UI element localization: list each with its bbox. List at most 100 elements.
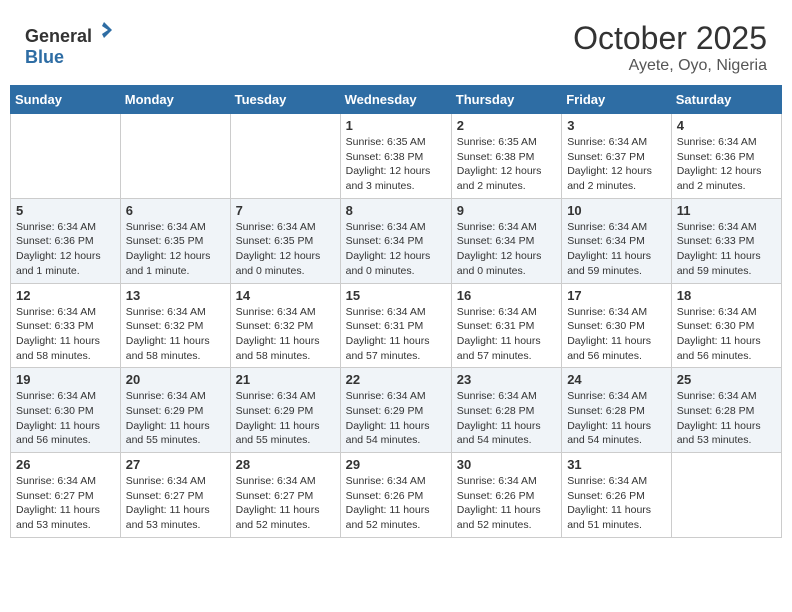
day-info-line: Sunset: 6:38 PM (346, 151, 424, 163)
day-info-line: Sunrise: 6:34 AM (567, 136, 647, 148)
day-info: Sunrise: 6:34 AMSunset: 6:35 PMDaylight:… (236, 220, 335, 279)
day-info: Sunrise: 6:34 AMSunset: 6:31 PMDaylight:… (457, 305, 556, 364)
location-title: Ayete, Oyo, Nigeria (573, 57, 767, 75)
day-info-line: Daylight: 12 hours and 0 minutes. (236, 250, 321, 277)
calendar-cell: 23Sunrise: 6:34 AMSunset: 6:28 PMDayligh… (451, 368, 561, 453)
day-number: 5 (16, 203, 115, 218)
day-number: 1 (346, 118, 446, 133)
logo: General Blue (25, 20, 114, 68)
day-info-line: Daylight: 11 hours and 54 minutes. (567, 420, 651, 447)
day-info-line: Sunrise: 6:34 AM (236, 390, 316, 402)
logo-blue: Blue (25, 47, 64, 67)
day-info: Sunrise: 6:34 AMSunset: 6:32 PMDaylight:… (236, 305, 335, 364)
calendar-cell: 10Sunrise: 6:34 AMSunset: 6:34 PMDayligh… (562, 198, 672, 283)
day-info: Sunrise: 6:34 AMSunset: 6:34 PMDaylight:… (457, 220, 556, 279)
calendar-cell: 25Sunrise: 6:34 AMSunset: 6:28 PMDayligh… (671, 368, 781, 453)
calendar-cell: 17 Sunrise: 6:34 AMSunset: 6:30 PMDayligh… (562, 283, 672, 368)
day-info-line: Daylight: 11 hours and 59 minutes. (677, 250, 761, 277)
calendar-cell: 3Sunrise: 6:34 AMSunset: 6:37 PMDaylight… (562, 114, 672, 199)
day-info: Sunrise: 6:34 AMSunset: 6:26 PMDaylight:… (346, 474, 446, 533)
month-title: October 2025 (573, 20, 767, 57)
calendar-cell: 21 Sunrise: 6:34 AM Sunset: 6:29 PM Dayligh… (230, 368, 340, 453)
day-number: 8 (346, 203, 446, 218)
day-info-line: Sunset: 6:29 PM (236, 405, 314, 417)
calendar-cell: 20Sunrise: 6:34 AMSunset: 6:29 PMDayligh… (120, 368, 230, 453)
day-number: 21 (236, 372, 335, 387)
day-info-line: Sunrise: 6:34 AM (457, 475, 537, 487)
calendar-week-row: 12Sunrise: 6:34 AMSunset: 6:33 PMDayligh… (11, 283, 782, 368)
day-info: Sunrise: 6:34 AMSunset: 6:30 PMDaylight:… (16, 389, 115, 448)
day-info-line: Sunset: 6:28 PM (677, 405, 755, 417)
day-number: 11 (677, 203, 776, 218)
day-number: 16 (457, 288, 556, 303)
calendar-cell: 1Sunrise: 6:35 AMSunset: 6:38 PMDaylight… (340, 114, 451, 199)
day-info: Sunrise: 6:34 AM Sunset: 6:29 PM Daylight:… (236, 389, 335, 448)
header-friday: Friday (562, 86, 672, 114)
calendar-cell: 15Sunrise: 6:34 AMSunset: 6:31 PMDayligh… (340, 283, 451, 368)
calendar-week-row: 19 Sunrise: 6:34 AMSunset: 6:30 PMDayligh… (11, 368, 782, 453)
calendar-cell (671, 453, 781, 538)
day-number: 28 (236, 457, 335, 472)
day-info: Sunrise: 6:34 AMSunset: 6:34 PMDaylight:… (567, 220, 666, 279)
calendar-week-row: 1 Sunrise: 6:35 AM Sunset: 6:38 PM Daylight… (11, 114, 782, 199)
day-number: 24 (567, 372, 666, 387)
day-info-line: Daylight: 11 hours and 54 minutes. (346, 420, 430, 447)
day-info-line: Sunset: 6:34 PM (567, 235, 645, 247)
day-number: 18 (677, 288, 776, 303)
day-info-line: Sunset: 6:27 PM (126, 490, 204, 502)
day-info-line: Sunset: 6:35 PM (236, 235, 314, 247)
calendar-cell: 16 Sunrise: 6:34 AMSunset: 6:31 PMDayligh… (451, 283, 561, 368)
day-info-line: Daylight: 11 hours and 55 minutes. (236, 420, 320, 447)
day-info-line: Sunrise: 6:35 AM (346, 136, 426, 148)
calendar-cell (120, 114, 230, 199)
day-info-line: Sunset: 6:29 PM (126, 405, 204, 417)
day-info-line: Sunrise: 6:34 AM (677, 221, 757, 233)
day-info: Sunrise: 6:34 AMSunset: 6:27 PMDaylight:… (236, 474, 335, 533)
day-info-line: Sunrise: 6:34 AM (457, 390, 537, 402)
day-number: 3 (567, 118, 666, 133)
logo-general: General (25, 26, 92, 46)
header-sunday: Sunday (11, 86, 121, 114)
logo-text: General Blue (25, 20, 114, 68)
day-info: Sunrise: 6:34 AMSunset: 6:31 PMDaylight:… (346, 305, 446, 364)
day-number: 30 (457, 457, 556, 472)
day-info-line: Daylight: 12 hours and 2 minutes. (567, 165, 652, 192)
day-number: 13 (126, 288, 225, 303)
day-info-line: Daylight: 11 hours and 56 minutes. (16, 420, 100, 447)
day-number: 19 (16, 372, 115, 387)
day-info-line: Sunset: 6:35 PM (126, 235, 204, 247)
day-info-line: Sunrise: 6:34 AM (126, 306, 206, 318)
day-number: 14 (236, 288, 335, 303)
header-saturday: Saturday (671, 86, 781, 114)
day-number: 29 (346, 457, 446, 472)
day-info: Sunrise: 6:34 AMSunset: 6:33 PMDaylight:… (677, 220, 776, 279)
calendar-cell: 26Sunrise: 6:34 AMSunset: 6:27 PMDayligh… (11, 453, 121, 538)
day-info-line: Sunset: 6:28 PM (567, 405, 645, 417)
day-info-line: Daylight: 11 hours and 52 minutes. (236, 504, 320, 531)
calendar-cell (11, 114, 121, 199)
day-number: 9 (457, 203, 556, 218)
day-info: Sunrise: 6:34 AMSunset: 6:30 PMDaylight:… (567, 305, 666, 364)
calendar-cell: 12Sunrise: 6:34 AMSunset: 6:33 PMDayligh… (11, 283, 121, 368)
day-info-line: Sunrise: 6:34 AM (457, 306, 537, 318)
calendar-cell: 24 Sunrise: 6:34 AMSunset: 6:28 PMDayligh… (562, 368, 672, 453)
day-info: Sunrise: 6:34 AMSunset: 6:28 PMDaylight:… (567, 389, 666, 448)
calendar-cell: 29 Sunrise: 6:34 AMSunset: 6:26 PMDayligh… (340, 453, 451, 538)
day-info: Sunrise: 6:34 AMSunset: 6:32 PMDaylight:… (126, 305, 225, 364)
day-info-line: Sunrise: 6:34 AM (16, 390, 96, 402)
day-info: Sunrise: 6:34 AMSunset: 6:27 PMDaylight:… (126, 474, 225, 533)
calendar-header-row: SundayMondayTuesdayWednesdayThursdayFrid… (11, 86, 782, 114)
day-info-line: Sunset: 6:28 PM (457, 405, 535, 417)
calendar-cell: 9 Sunrise: 6:34 AMSunset: 6:34 PMDaylight… (451, 198, 561, 283)
logo-icon (94, 20, 114, 40)
day-info-line: Daylight: 11 hours and 57 minutes. (457, 335, 541, 362)
day-number: 6 (126, 203, 225, 218)
day-info-line: Sunrise: 6:34 AM (457, 221, 537, 233)
calendar-cell: 30Sunrise: 6:34 AMSunset: 6:26 PMDayligh… (451, 453, 561, 538)
day-info: Sunrise: 6:34 AMSunset: 6:29 PMDaylight:… (346, 389, 446, 448)
day-number: 17 (567, 288, 666, 303)
calendar-cell: 2Sunrise: 6:35 AMSunset: 6:38 PMDaylight… (451, 114, 561, 199)
day-info-line: Sunrise: 6:34 AM (236, 475, 316, 487)
day-number: 2 (457, 118, 556, 133)
day-info-line: Sunset: 6:33 PM (16, 320, 94, 332)
